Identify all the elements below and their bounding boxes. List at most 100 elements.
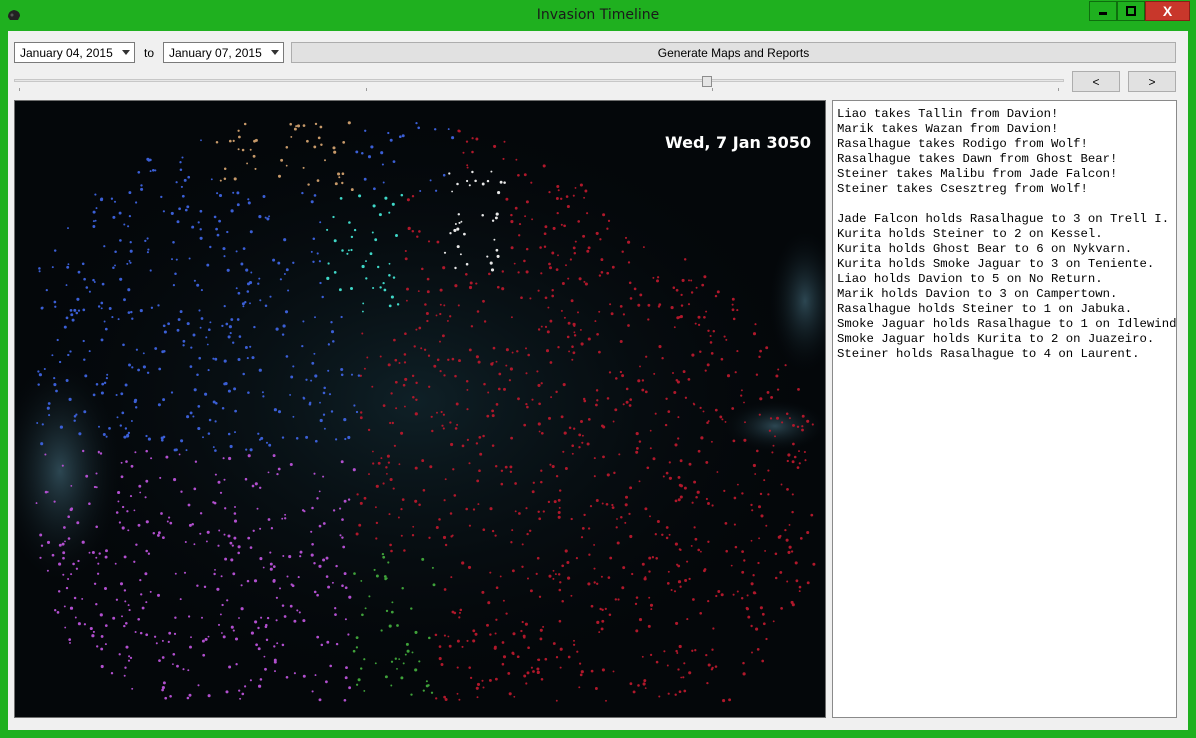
- previous-button[interactable]: <: [1072, 71, 1120, 92]
- star-system: [100, 197, 104, 201]
- star-system: [523, 636, 526, 639]
- title-bar[interactable]: Invasion Timeline X: [0, 0, 1196, 31]
- timeline-slider[interactable]: [14, 79, 1064, 82]
- maximize-icon: [1126, 6, 1136, 16]
- star-system: [223, 167, 227, 171]
- to-date-picker[interactable]: January 07, 2015: [163, 42, 284, 63]
- star-system: [276, 472, 279, 476]
- star-system: [510, 246, 514, 250]
- star-system: [461, 561, 465, 565]
- star-system: [661, 357, 664, 360]
- star-system: [347, 121, 351, 125]
- star-system: [501, 662, 505, 666]
- star-map[interactable]: Wed, 7 Jan 3050: [14, 100, 826, 718]
- star-system: [509, 367, 513, 371]
- star-system: [197, 221, 200, 224]
- star-system: [272, 565, 276, 568]
- report-line: Steiner takes Csesztreg from Wolf!: [837, 182, 1088, 196]
- star-system: [247, 391, 250, 394]
- timeline-slider-thumb[interactable]: [702, 76, 712, 87]
- star-system: [414, 466, 418, 470]
- star-system: [557, 189, 560, 192]
- star-system: [510, 436, 513, 440]
- minimize-button[interactable]: [1089, 1, 1117, 21]
- star-system: [494, 632, 497, 635]
- star-system: [434, 189, 438, 192]
- star-system: [456, 182, 459, 186]
- star-system: [609, 303, 612, 306]
- star-system: [64, 540, 66, 543]
- star-system: [145, 601, 148, 604]
- star-system: [491, 414, 495, 418]
- star-system: [46, 569, 49, 572]
- star-system: [120, 475, 124, 479]
- star-system: [683, 689, 687, 693]
- generate-maps-button[interactable]: Generate Maps and Reports: [291, 42, 1176, 63]
- star-system: [482, 528, 486, 532]
- star-system: [182, 339, 186, 343]
- star-system: [262, 395, 265, 398]
- star-system: [418, 503, 421, 507]
- star-system: [372, 462, 375, 465]
- star-system: [133, 560, 136, 563]
- star-system: [486, 255, 489, 258]
- star-system: [310, 553, 314, 557]
- star-system: [653, 372, 656, 375]
- star-system: [159, 476, 162, 479]
- close-button[interactable]: X: [1145, 1, 1190, 21]
- star-system: [296, 124, 301, 128]
- event-report[interactable]: Liao takes Tallin from Davion! Marik take…: [832, 100, 1177, 718]
- star-system: [83, 358, 86, 361]
- star-system: [674, 443, 678, 447]
- star-system: [179, 310, 183, 314]
- star-system: [540, 678, 544, 681]
- star-system: [759, 606, 763, 610]
- star-system: [353, 228, 357, 232]
- star-system: [411, 534, 415, 537]
- star-system: [122, 343, 125, 347]
- maximize-button[interactable]: [1117, 1, 1145, 21]
- star-system: [222, 457, 225, 460]
- star-system: [146, 251, 149, 254]
- star-system: [683, 662, 686, 665]
- star-system: [178, 453, 181, 456]
- star-system: [500, 482, 504, 486]
- star-system: [787, 550, 791, 554]
- star-system: [558, 619, 562, 623]
- star-system: [641, 655, 644, 658]
- from-date-picker[interactable]: January 04, 2015: [14, 42, 135, 63]
- star-system: [654, 412, 657, 415]
- star-system: [412, 395, 415, 399]
- star-system: [395, 234, 398, 237]
- star-system: [57, 590, 61, 593]
- star-system: [544, 657, 548, 661]
- star-system: [137, 617, 141, 621]
- star-system: [197, 684, 200, 687]
- star-system: [490, 362, 494, 366]
- star-system: [416, 235, 419, 238]
- report-line: Smoke Jaguar holds Kurita to 2 on Juazei…: [837, 332, 1155, 346]
- star-system: [647, 624, 651, 628]
- star-system: [551, 294, 555, 298]
- star-system: [502, 599, 505, 602]
- star-system: [767, 469, 770, 472]
- star-system: [560, 223, 563, 226]
- star-system: [693, 480, 697, 484]
- star-system: [37, 383, 40, 386]
- star-system: [707, 599, 710, 603]
- star-system: [103, 381, 107, 385]
- star-system: [220, 575, 223, 578]
- star-system: [602, 455, 605, 459]
- star-system: [769, 417, 773, 420]
- star-system: [525, 507, 528, 510]
- star-system: [476, 682, 481, 686]
- star-system: [649, 429, 652, 432]
- star-system: [559, 666, 562, 669]
- star-system: [455, 402, 459, 406]
- star-system: [595, 499, 599, 502]
- star-system: [561, 564, 565, 568]
- star-system: [387, 461, 391, 464]
- star-system: [538, 402, 541, 406]
- star-system: [465, 262, 469, 266]
- next-button[interactable]: >: [1128, 71, 1176, 92]
